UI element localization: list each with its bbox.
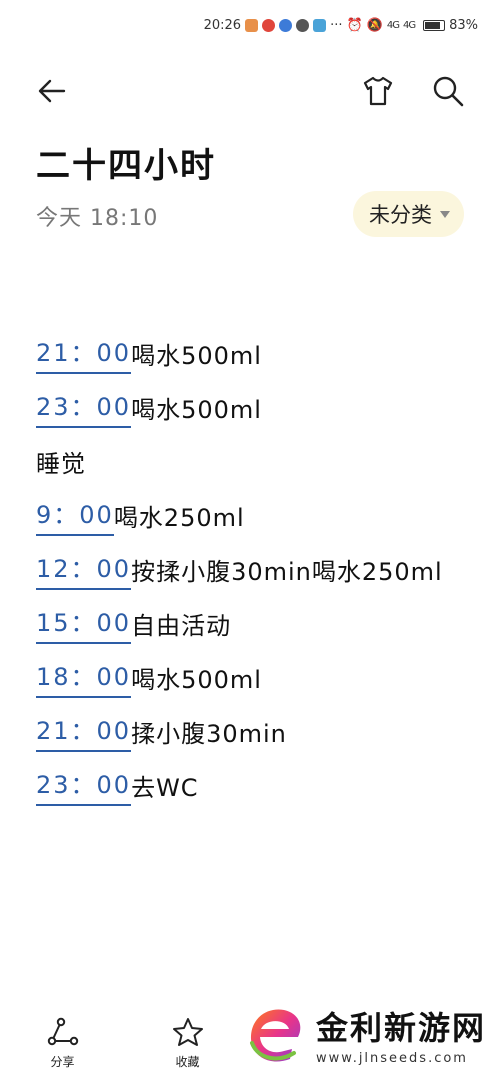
app-notification-icon xyxy=(279,18,293,32)
arrow-left-icon xyxy=(38,79,66,103)
note-line[interactable]: 18：00 喝水500ml xyxy=(36,644,476,698)
status-bar: 20:26 ··· ⏰ 🔕 4G 4G 83% xyxy=(0,0,500,50)
search-button[interactable] xyxy=(426,66,470,116)
signal-icon: 4G xyxy=(402,19,416,31)
watermark-title: 金利新游网 xyxy=(315,1008,486,1047)
more-notifications-icon: ··· xyxy=(330,17,343,33)
note-line[interactable]: 23：00 喝水500ml xyxy=(36,374,476,428)
watermark-url: www.jlnseeds.com xyxy=(315,1050,468,1066)
battery-icon xyxy=(423,19,446,31)
note-line-text: 喝水500ml xyxy=(131,342,262,370)
note-line[interactable]: 21：00 揉小腹30min xyxy=(36,698,476,752)
battery-percentage: 83% xyxy=(449,17,478,33)
time-link[interactable]: 18：00 xyxy=(36,659,132,698)
tshirt-icon xyxy=(363,76,393,106)
share-icon xyxy=(47,1017,78,1045)
note-line-text: 按揉小腹30min喝水250ml xyxy=(131,558,443,586)
category-label: 未分类 xyxy=(369,203,432,227)
theme-button[interactable] xyxy=(356,66,400,116)
note-line[interactable]: 睡觉 xyxy=(36,428,476,482)
star-icon xyxy=(172,1017,203,1046)
status-time: 20:26 xyxy=(203,17,242,33)
favorite-label: 收藏 xyxy=(175,1054,200,1069)
note-line[interactable]: 9：00 喝水250ml xyxy=(36,482,476,536)
note-line-text: 睡觉 xyxy=(36,450,86,478)
weibo-icon xyxy=(262,18,276,32)
app-notification-icon xyxy=(296,18,310,32)
note-line-text: 去WC xyxy=(131,774,199,802)
alarm-icon: ⏰ xyxy=(346,17,363,33)
time-link[interactable]: 23：00 xyxy=(36,389,132,428)
time-link[interactable]: 23：00 xyxy=(36,767,132,806)
note-line[interactable]: 12：00 按揉小腹30min喝水250ml xyxy=(36,536,476,590)
share-button[interactable]: 分享 xyxy=(0,1003,125,1083)
note-line-text: 喝水500ml xyxy=(131,666,262,694)
note-date: 今天 18:10 xyxy=(36,206,159,231)
back-button[interactable] xyxy=(30,66,74,116)
top-app-bar xyxy=(0,66,500,116)
category-selector[interactable]: 未分类 xyxy=(353,191,464,237)
note-line-text: 喝水250ml xyxy=(113,504,245,532)
search-icon xyxy=(433,76,464,107)
note-line[interactable]: 21：00 喝水500ml xyxy=(36,320,476,374)
time-link[interactable]: 9：00 xyxy=(36,497,114,536)
time-link[interactable]: 12：00 xyxy=(36,551,132,590)
note-line-text: 喝水500ml xyxy=(131,396,262,424)
site-watermark: 金利新游网 www.jlnseeds.com xyxy=(246,999,486,1069)
time-link[interactable]: 21：00 xyxy=(36,335,132,374)
note-line[interactable]: 23：00 去WC xyxy=(36,752,476,806)
note-line-text: 自由活动 xyxy=(131,612,232,640)
time-link[interactable]: 15：00 xyxy=(36,605,132,644)
signal-icon: 4G xyxy=(386,19,400,31)
mute-icon: 🔕 xyxy=(366,17,383,33)
note-title[interactable]: 二十四小时 xyxy=(36,138,216,187)
e-logo-icon xyxy=(249,1009,301,1062)
note-body[interactable]: 21：00 喝水500ml 23：00 喝水500ml 睡觉 9：00 喝水25… xyxy=(36,320,476,806)
note-line[interactable]: 15：00 自由活动 xyxy=(36,590,476,644)
time-link[interactable]: 21：00 xyxy=(36,713,132,752)
note-line-text: 揉小腹30min xyxy=(131,720,287,748)
app-notification-icon xyxy=(245,18,259,32)
app-notification-icon xyxy=(313,18,327,32)
favorite-button[interactable]: 收藏 xyxy=(125,1003,250,1083)
caret-down-icon xyxy=(440,210,450,218)
share-label: 分享 xyxy=(50,1054,75,1069)
